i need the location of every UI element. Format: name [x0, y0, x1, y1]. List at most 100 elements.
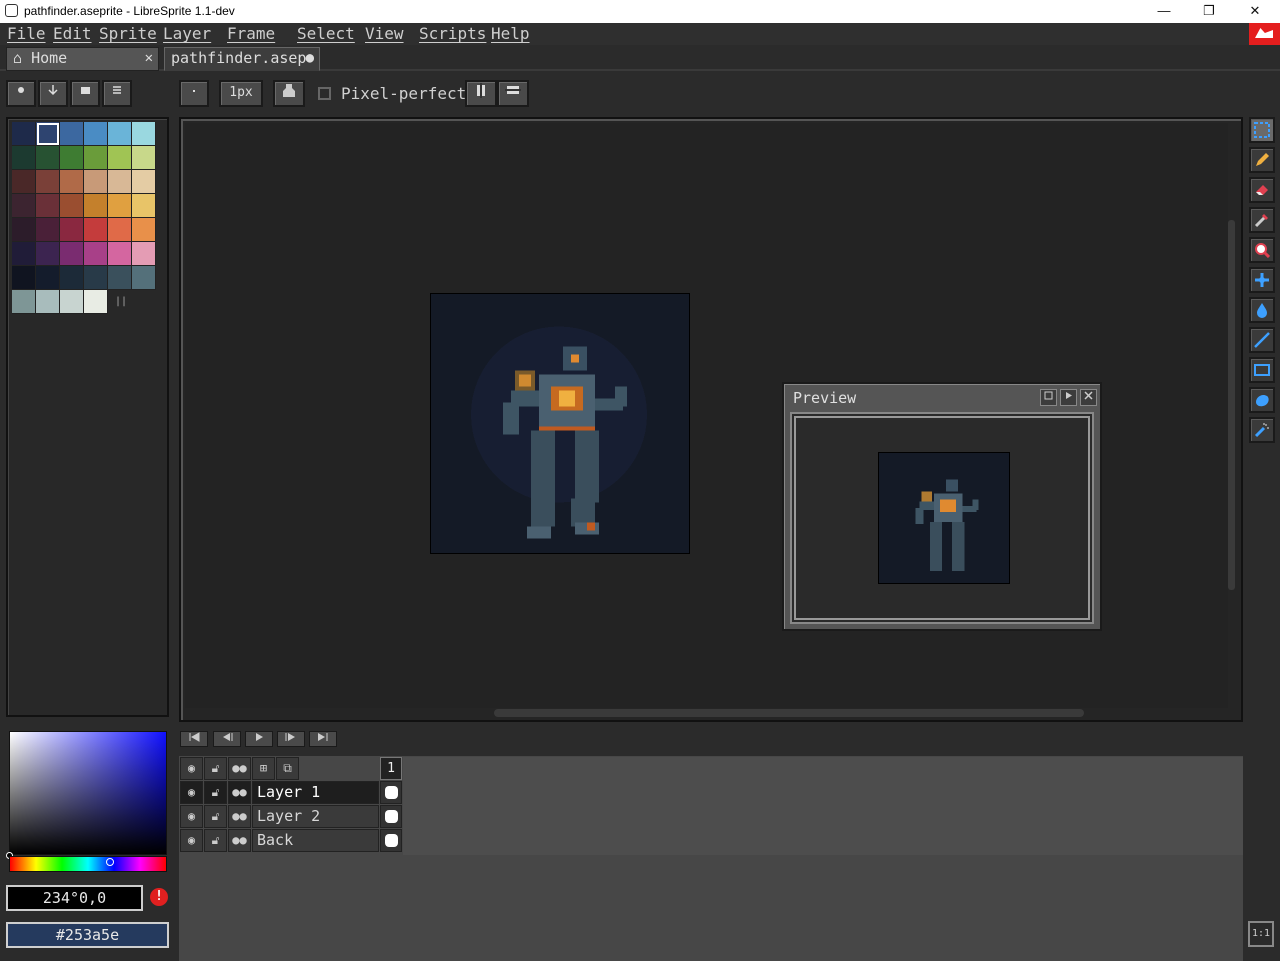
eyedropper-tool[interactable] — [1249, 207, 1275, 233]
layer-continuous-icon[interactable]: ●● — [228, 829, 251, 852]
layer-visibility-eye-icon[interactable]: ◉ — [180, 805, 203, 828]
palette-sort-button[interactable] — [38, 80, 68, 107]
palette-swatch[interactable] — [60, 122, 84, 146]
layer-row-layer-2[interactable]: ◉ 🔓︎ ●● Layer 2 — [180, 805, 402, 828]
tab-home-close-icon[interactable]: ✕ — [145, 48, 153, 69]
palette-swatch[interactable] — [108, 218, 132, 242]
palette-swatch[interactable] — [84, 218, 108, 242]
palette-swatch[interactable] — [108, 170, 132, 194]
layer-visibility-eye-icon[interactable]: ◉ — [180, 829, 203, 852]
palette-swatch[interactable] — [12, 170, 36, 194]
menu-scripts[interactable]: Scripts — [419, 24, 486, 43]
next-frame-button[interactable] — [277, 731, 305, 747]
header-continuous-icon[interactable]: ●● — [228, 757, 251, 780]
tab-pathfinder[interactable]: pathfinder.asep ● — [164, 47, 320, 71]
menu-sprite[interactable]: Sprite — [99, 24, 157, 43]
spray-tool[interactable] — [1249, 417, 1275, 443]
horizontal-scrollbar[interactable] — [494, 709, 1084, 717]
layer-row-layer-1[interactable]: ◉ 🔓︎ ●● Layer 1 — [180, 781, 402, 804]
palette-edit-button[interactable] — [6, 80, 36, 107]
palette-swatch[interactable] — [12, 122, 36, 146]
palette-swatch[interactable] — [12, 146, 36, 170]
maximize-button[interactable]: ❐ — [1186, 0, 1232, 23]
modified-dot-icon[interactable]: ● — [306, 48, 314, 69]
palette-swatch[interactable] — [132, 122, 156, 146]
cel-frame-1[interactable] — [380, 829, 402, 852]
palette-swatch[interactable] — [12, 218, 36, 242]
palette-swatch[interactable] — [36, 266, 60, 290]
palette-swatch[interactable] — [12, 194, 36, 218]
palette-swatch[interactable] — [12, 266, 36, 290]
palette-swatch[interactable] — [60, 146, 84, 170]
palette-swatch[interactable] — [60, 218, 84, 242]
layer-visibility-eye-icon[interactable]: ◉ — [180, 781, 203, 804]
layer-lock-icon[interactable]: 🔓︎ — [204, 805, 227, 828]
layer-name[interactable]: Layer 1 — [252, 781, 379, 804]
brush-size-button[interactable]: 1px — [219, 80, 263, 107]
menu-frame[interactable]: Frame — [227, 24, 275, 43]
palette-swatch[interactable] — [36, 242, 60, 266]
palette-swatch[interactable] — [84, 242, 108, 266]
hue-slider[interactable] — [9, 856, 167, 872]
cel-frame-1[interactable] — [380, 781, 402, 804]
symmetry-horizontal-button[interactable] — [497, 80, 529, 107]
tab-home[interactable]: ⌂ Home ✕ — [6, 47, 159, 71]
palette-swatch[interactable] — [60, 242, 84, 266]
menu-layer[interactable]: Layer — [163, 24, 211, 43]
palette-swatch[interactable] — [36, 290, 60, 314]
close-window-button[interactable]: ✕ — [1232, 0, 1278, 23]
brush-type-button[interactable] — [179, 80, 209, 107]
palette-swatch[interactable] — [84, 146, 108, 170]
palette-swatch[interactable] — [36, 122, 60, 146]
palette-swatch[interactable] — [84, 194, 108, 218]
palette-options-button[interactable] — [102, 80, 132, 107]
layer-lock-icon[interactable]: 🔓︎ — [204, 781, 227, 804]
rectangle-tool[interactable] — [1249, 357, 1275, 383]
menu-file[interactable]: File — [7, 24, 46, 43]
palette-swatch[interactable] — [36, 194, 60, 218]
palette-swatch[interactable] — [132, 170, 156, 194]
onion-skin-icon[interactable]: ⊞ — [252, 757, 275, 780]
palette-swatch[interactable] — [12, 290, 36, 314]
palette-swatch[interactable] — [36, 170, 60, 194]
zoom-reset-button[interactable]: 1:1 — [1248, 921, 1274, 947]
cels-area[interactable] — [403, 757, 1243, 855]
pencil-tool[interactable] — [1249, 147, 1275, 173]
palette-swatch[interactable] — [60, 290, 84, 314]
minimize-button[interactable]: — — [1141, 0, 1187, 23]
layer-name[interactable]: Back — [252, 829, 379, 852]
palette-swatch[interactable] — [132, 194, 156, 218]
palette-resize-handle[interactable]: || — [115, 296, 127, 307]
palette-swatch[interactable] — [108, 122, 132, 146]
prev-frame-button[interactable] — [213, 731, 241, 747]
ink-type-button[interactable] — [273, 80, 305, 107]
fill-tool[interactable] — [1249, 297, 1275, 323]
layer-continuous-icon[interactable]: ●● — [228, 805, 251, 828]
palette-swatch[interactable] — [132, 242, 156, 266]
zoom-tool[interactable] — [1249, 237, 1275, 263]
palette-swatch[interactable] — [132, 146, 156, 170]
menu-edit[interactable]: Edit — [53, 24, 92, 43]
palette-swatch[interactable] — [36, 218, 60, 242]
pixel-perfect-checkbox[interactable] — [318, 87, 331, 100]
header-lock-icon[interactable]: 🔓︎ — [204, 757, 227, 780]
palette-swatch[interactable] — [60, 266, 84, 290]
hue-slider-knob[interactable] — [106, 858, 114, 866]
layer-name[interactable]: Layer 2 — [252, 805, 379, 828]
palette-swatch[interactable] — [60, 194, 84, 218]
move-tool[interactable] — [1249, 267, 1275, 293]
marquee-tool[interactable] — [1249, 117, 1275, 143]
palette-swatch[interactable] — [36, 146, 60, 170]
palette-swatch[interactable] — [108, 194, 132, 218]
palette-swatch[interactable] — [108, 242, 132, 266]
header-eye-icon[interactable]: ◉ — [180, 757, 203, 780]
layer-continuous-icon[interactable]: ●● — [228, 781, 251, 804]
menu-view[interactable]: View — [365, 24, 404, 43]
hex-color-field[interactable]: #253a5e — [6, 922, 169, 948]
palette-swatch[interactable] — [84, 266, 108, 290]
palette-swatch[interactable] — [84, 290, 108, 314]
palette-swatch[interactable] — [84, 122, 108, 146]
sprite-canvas[interactable] — [430, 293, 690, 554]
menu-help[interactable]: Help — [491, 24, 530, 43]
palette-swatch[interactable] — [108, 146, 132, 170]
